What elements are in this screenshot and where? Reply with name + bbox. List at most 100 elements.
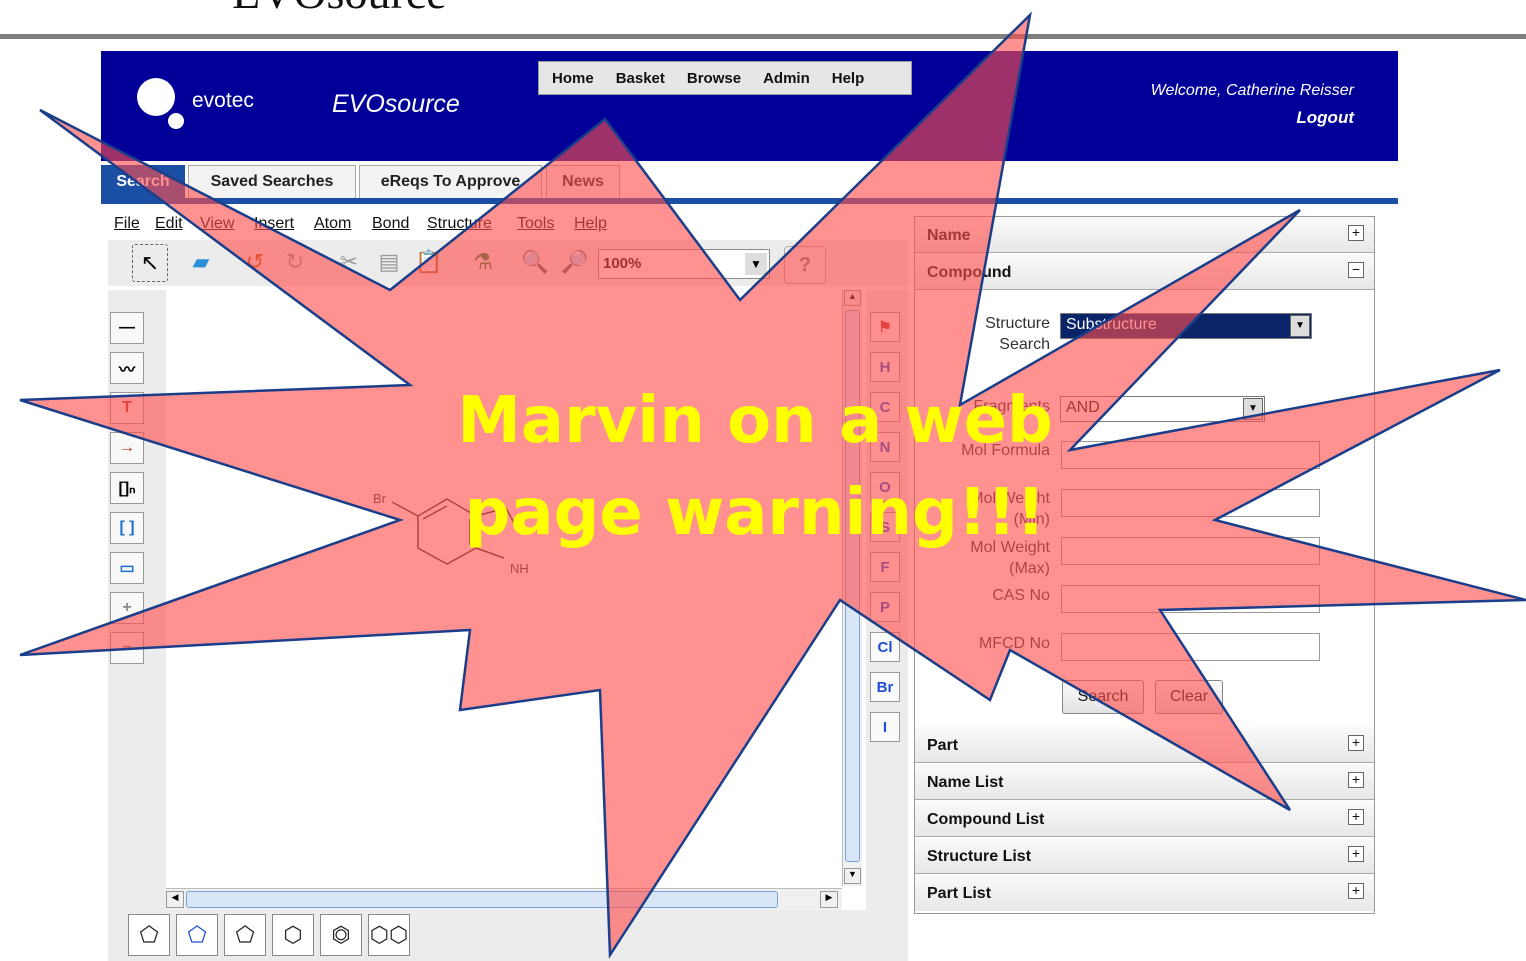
template-pyrrole-icon[interactable]: ⬠: [176, 914, 218, 956]
select-tool-icon[interactable]: ↖: [132, 244, 168, 282]
structure-search-value: Substructure: [1066, 316, 1157, 333]
expand-icon[interactable]: +: [1348, 225, 1364, 241]
redo-icon[interactable]: ↻: [278, 244, 312, 280]
template-benzene-icon[interactable]: ⏣: [320, 914, 362, 956]
warning-line-2: page warning!!!: [464, 476, 1046, 550]
template-naphthalene-icon[interactable]: ⬡⬡: [368, 914, 410, 956]
section-name-header[interactable]: Name +: [915, 217, 1374, 253]
top-navigation: Home Basket Browse Admin Help: [538, 61, 912, 95]
nav-home[interactable]: Home: [539, 70, 605, 87]
clean-structure-icon[interactable]: ⚗: [466, 244, 500, 280]
cas-no-label: CAS No: [992, 587, 1050, 604]
menu-bond[interactable]: Bond: [372, 215, 409, 233]
scroll-right-icon[interactable]: ▶: [820, 891, 838, 908]
menu-structure[interactable]: Structure: [427, 215, 492, 233]
section-name-list-header[interactable]: Name List +: [915, 764, 1374, 800]
template-shape-icon[interactable]: ⬠: [128, 914, 170, 956]
menu-atom[interactable]: Atom: [314, 215, 351, 233]
zoom-select[interactable]: 100% ▼: [598, 249, 770, 279]
atom-br-button[interactable]: Br: [870, 672, 900, 702]
mfcd-no-input[interactable]: [1061, 633, 1320, 661]
menu-edit[interactable]: Edit: [155, 215, 183, 233]
zoom-value: 100%: [603, 255, 642, 272]
single-bond-icon[interactable]: —: [110, 312, 144, 344]
tab-news[interactable]: News: [546, 165, 620, 198]
scroll-up-icon[interactable]: ▲: [844, 290, 861, 306]
atom-cl-button[interactable]: Cl: [870, 632, 900, 662]
menu-tools[interactable]: Tools: [517, 215, 554, 233]
section-part-header[interactable]: Part +: [915, 727, 1374, 763]
rectangle-icon[interactable]: ▭: [110, 552, 144, 584]
tab-ereqs-to-approve[interactable]: eReqs To Approve: [359, 165, 542, 198]
app-name: EVOsource: [332, 90, 460, 118]
menu-help[interactable]: Help: [574, 215, 607, 233]
section-title: Name List: [927, 774, 1004, 791]
section-title: Part: [927, 737, 959, 754]
cut-icon[interactable]: ✂: [332, 244, 366, 280]
menu-file[interactable]: File: [114, 215, 140, 233]
warning-line-1: Marvin on a web: [457, 384, 1053, 458]
section-structure-list-header[interactable]: Structure List +: [915, 838, 1374, 874]
section-compound-header[interactable]: Compound −: [915, 254, 1374, 290]
eraser-icon[interactable]: ▰: [184, 244, 218, 280]
reaction-arrow-icon[interactable]: →: [110, 432, 144, 464]
paste-icon[interactable]: 📋: [412, 244, 446, 280]
expand-icon[interactable]: +: [1348, 809, 1364, 825]
structure-search-label: Structure Search: [985, 315, 1050, 353]
collapse-icon[interactable]: −: [1348, 262, 1364, 278]
tab-search[interactable]: Search: [101, 165, 185, 198]
copy-icon[interactable]: ▤: [372, 244, 406, 280]
mfcd-no-label: MFCD No: [978, 635, 1050, 652]
horizontal-scroll-thumb[interactable]: [186, 891, 778, 908]
template-hexagon-icon[interactable]: ⬡: [272, 914, 314, 956]
help-icon[interactable]: ?: [784, 246, 826, 284]
logout-link[interactable]: Logout: [1254, 108, 1354, 128]
expand-icon[interactable]: +: [1348, 772, 1364, 788]
chevron-down-icon[interactable]: ▼: [1243, 398, 1263, 420]
expand-icon[interactable]: +: [1348, 846, 1364, 862]
tab-bar-underline: [101, 198, 1398, 204]
slide-divider: [0, 34, 1526, 39]
brackets-icon[interactable]: [ ]: [110, 512, 144, 544]
template-pentagon-icon[interactable]: ⬠: [224, 914, 266, 956]
section-title: Compound List: [927, 811, 1045, 828]
chevron-down-icon[interactable]: ▼: [1290, 315, 1310, 337]
text-tool-icon[interactable]: T: [110, 392, 144, 424]
menu-insert[interactable]: Insert: [254, 215, 294, 233]
nav-browse[interactable]: Browse: [676, 70, 752, 87]
warning-message: Marvin on a web page warning!!!: [330, 375, 1180, 559]
search-button[interactable]: Search: [1062, 680, 1144, 714]
welcome-text: Welcome, Catherine Reisser: [1150, 82, 1354, 99]
slide-title: EVOsource: [232, 0, 447, 19]
section-compound-list-header[interactable]: Compound List +: [915, 801, 1374, 837]
clear-button[interactable]: Clear: [1155, 680, 1223, 714]
zoom-out-icon[interactable]: 🔎: [558, 244, 592, 280]
scroll-down-icon[interactable]: ▼: [844, 868, 861, 884]
cas-no-input[interactable]: [1061, 585, 1320, 613]
logo-text: evotec: [192, 89, 254, 112]
repeating-unit-icon[interactable]: []ₙ: [110, 472, 144, 504]
zoom-in-icon[interactable]: 🔍: [518, 244, 552, 280]
charge-minus-icon[interactable]: −: [110, 632, 144, 664]
atom-i-button[interactable]: I: [870, 712, 900, 742]
nav-basket[interactable]: Basket: [605, 70, 676, 87]
scroll-left-icon[interactable]: ◀: [166, 891, 184, 908]
menu-view[interactable]: View: [200, 215, 234, 233]
section-title: Part List: [927, 885, 992, 902]
expand-icon[interactable]: +: [1348, 883, 1364, 899]
canvas-horizontal-scrollbar[interactable]: ◀ ▶: [166, 888, 842, 910]
nav-help[interactable]: Help: [821, 70, 876, 87]
tab-saved-searches[interactable]: Saved Searches: [188, 165, 356, 198]
periodic-table-icon[interactable]: ⚑: [870, 312, 900, 342]
chevron-down-icon[interactable]: ▼: [745, 253, 767, 275]
charge-plus-icon[interactable]: +: [110, 592, 144, 624]
expand-icon[interactable]: +: [1348, 735, 1364, 751]
section-part-list-header[interactable]: Part List +: [915, 875, 1374, 911]
template-toolbar: ⬠ ⬠ ⬠ ⬡ ⏣ ⬡⬡: [108, 910, 908, 961]
editor-left-toolbar: — 〰 T → []ₙ [ ] ▭ + −: [108, 290, 166, 910]
atom-p-button[interactable]: P: [870, 592, 900, 622]
undo-icon[interactable]: ↺: [238, 244, 272, 280]
structure-search-select[interactable]: Substructure ▼: [1060, 313, 1312, 339]
chain-icon[interactable]: 〰: [110, 352, 144, 384]
nav-admin[interactable]: Admin: [752, 70, 821, 87]
